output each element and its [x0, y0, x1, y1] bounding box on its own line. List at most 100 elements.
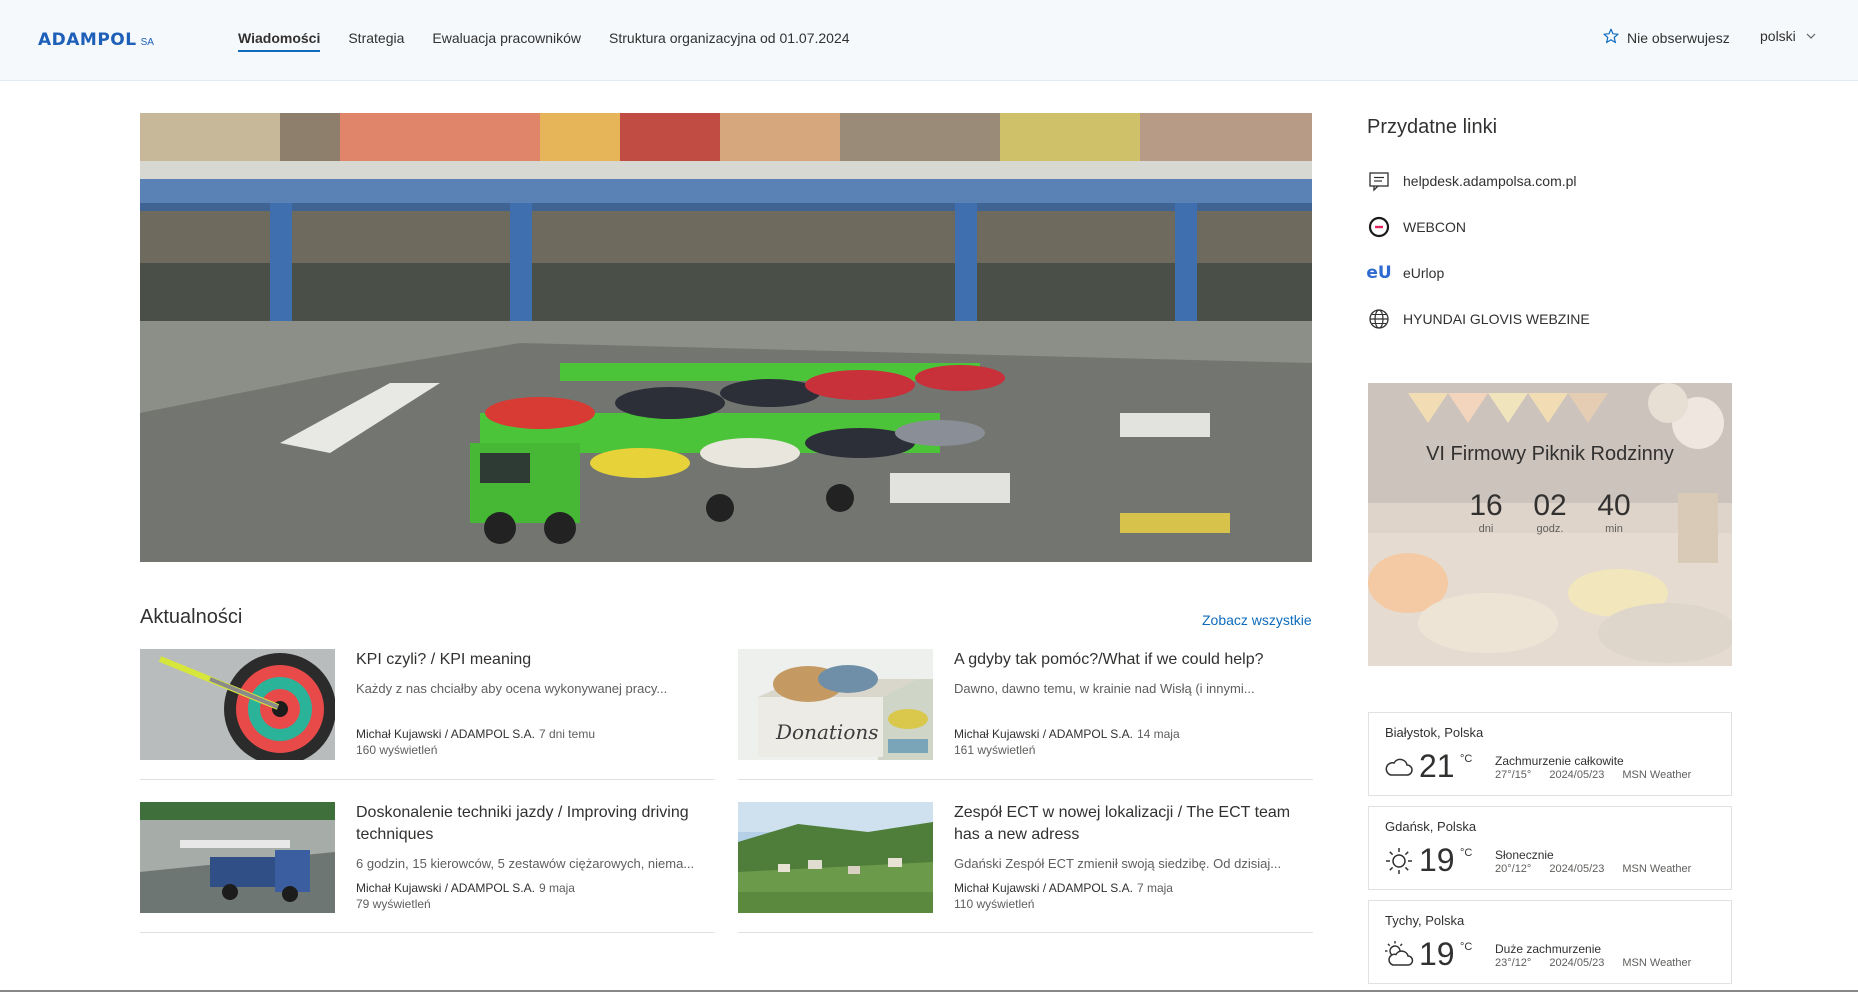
link-label: helpdesk.adampolsa.com.pl	[1403, 173, 1577, 189]
follow-label: Nie obserwujesz	[1627, 29, 1730, 46]
news-views: 160 wyświetleń	[356, 743, 438, 757]
news-thumbnail	[140, 649, 335, 760]
countdown-minutes: 40 min	[1594, 489, 1634, 535]
weather-meta: 20°/12° 2024/05/23 MSN Weather	[1495, 863, 1691, 875]
nav-item-ewaluacja[interactable]: Ewaluacja pracowników	[432, 0, 581, 80]
countdown-label: dni	[1478, 523, 1494, 535]
logo-suffix: SA	[140, 37, 154, 48]
eu-icon: eU	[1366, 263, 1392, 283]
weather-temp: 21	[1419, 748, 1455, 784]
news-title: Doskonalenie techniki jazdy / Improving …	[356, 804, 689, 843]
nav-item-strategia[interactable]: Strategia	[348, 0, 404, 80]
chat-icon	[1367, 169, 1391, 193]
news-excerpt: 6 godzin, 15 kierowców, 5 zestawów cięża…	[356, 856, 695, 871]
countdown-value: 02	[1533, 489, 1567, 522]
countdown-days: 16 dni	[1466, 489, 1506, 535]
site-logo[interactable]: ADAMPOL SA	[38, 30, 154, 50]
news-title: Zespół ECT w nowej lokalizacji / The ECT…	[954, 804, 1291, 843]
news-card[interactable]: Doskonalenie techniki jazdy / Improving …	[140, 802, 715, 933]
globe-icon	[1367, 307, 1391, 331]
author-name: Michał Kujawski / ADAMPOL S.A.	[356, 727, 535, 741]
link-label: WEBCON	[1403, 219, 1466, 235]
weather-card-tychy[interactable]: Tychy, Polska 19 °C Duże zachmurzenie 23…	[1368, 900, 1732, 984]
weather-card-bialystok[interactable]: Białystok, Polska 21 °C Zachmurzenie cał…	[1368, 712, 1732, 796]
see-all-link[interactable]: Zobacz wszystkie	[1202, 612, 1312, 628]
language-label: polski	[1760, 28, 1796, 44]
countdown-hours: 02 godz.	[1530, 489, 1570, 535]
author-name: Michał Kujawski / ADAMPOL S.A.	[954, 881, 1133, 895]
weather-city: Gdańsk, Polska	[1385, 819, 1477, 834]
star-icon	[1603, 28, 1619, 47]
top-bar: ADAMPOL SA Wiadomości Strategia Ewaluacj…	[0, 0, 1858, 81]
weather-source: MSN Weather	[1622, 863, 1692, 875]
hero-illustration	[140, 113, 1312, 562]
news-views: 161 wyświetleń	[954, 743, 1036, 757]
weather-range: 27°/15°	[1495, 769, 1532, 781]
news-author: Michał Kujawski / ADAMPOL S.A. 7 maja	[954, 881, 1173, 895]
link-webcon[interactable]: WEBCON	[1367, 215, 1466, 239]
countdown-label: min	[1605, 523, 1623, 535]
weather-source: MSN Weather	[1622, 957, 1692, 969]
weather-unit: °C	[1460, 753, 1473, 765]
news-thumbnail: Donations	[738, 649, 933, 760]
news-author: Michał Kujawski / ADAMPOL S.A. 14 maja	[954, 727, 1180, 741]
news-views: 79 wyświetleń	[356, 897, 431, 911]
main-nav: Wiadomości Strategia Ewaluacja pracownik…	[238, 0, 850, 80]
logo-text: ADAMPOL	[38, 30, 137, 50]
news-thumbnail	[140, 802, 335, 913]
partly-cloudy-icon	[1383, 939, 1415, 971]
weather-condition: Zachmurzenie całkowite	[1495, 754, 1624, 768]
weather-meta: 27°/15° 2024/05/23 MSN Weather	[1495, 769, 1691, 781]
news-thumbnail	[738, 802, 933, 913]
follow-button[interactable]: Nie obserwujesz	[1603, 28, 1730, 47]
weather-date: 2024/05/23	[1549, 957, 1605, 969]
news-title: A gdyby tak pomóc?/What if we could help…	[954, 651, 1264, 668]
sun-icon	[1383, 845, 1415, 877]
news-card[interactable]: Zespół ECT w nowej lokalizacji / The ECT…	[738, 802, 1313, 933]
weather-condition: Duże zachmurzenie	[1495, 942, 1602, 956]
news-excerpt: Każdy z nas chciałby aby ocena wykonywan…	[356, 681, 668, 696]
news-card[interactable]: KPI czyli? / KPI meaning Każdy z nas chc…	[140, 649, 715, 780]
nav-item-struktura[interactable]: Struktura organizacyjna od 01.07.2024	[609, 0, 850, 80]
author-name: Michał Kujawski / ADAMPOL S.A.	[356, 881, 535, 895]
news-section-title: Aktualności	[140, 606, 243, 628]
author-name: Michał Kujawski / ADAMPOL S.A.	[954, 727, 1133, 741]
chevron-down-icon	[1806, 28, 1816, 44]
event-countdown[interactable]: VI Firmowy Piknik Rodzinny 16 dni 02 god…	[1368, 383, 1732, 666]
donations-box-text: Donations	[775, 720, 879, 744]
countdown-value: 40	[1597, 489, 1631, 522]
weather-card-gdansk[interactable]: Gdańsk, Polska 19 °C Słonecznie 20°/12° …	[1368, 806, 1732, 890]
nav-item-wiadomosci[interactable]: Wiadomości	[238, 0, 321, 80]
weather-source: MSN Weather	[1622, 769, 1692, 781]
weather-meta: 23°/12° 2024/05/23 MSN Weather	[1495, 957, 1691, 969]
weather-city: Białystok, Polska	[1385, 725, 1484, 740]
countdown-title: VI Firmowy Piknik Rodzinny	[1426, 443, 1674, 465]
weather-condition: Słonecznie	[1495, 848, 1554, 862]
countdown-units: 16 dni 02 godz. 40 min	[1368, 489, 1732, 535]
news-views: 110 wyświetleń	[954, 897, 1035, 911]
news-card[interactable]: Donations A gdyby tak pomóc?/What if we …	[738, 649, 1313, 780]
weather-temp: 19	[1419, 842, 1455, 878]
weather-date: 2024/05/23	[1549, 863, 1605, 875]
weather-unit: °C	[1460, 941, 1473, 953]
news-author: Michał Kujawski / ADAMPOL S.A. 7 dni temu	[356, 727, 595, 741]
weather-temp: 19	[1419, 936, 1455, 972]
useful-links-title: Przydatne linki	[1367, 116, 1498, 138]
link-hyundai[interactable]: HYUNDAI GLOVIS WEBZINE	[1367, 307, 1590, 331]
link-label: eUrlop	[1403, 265, 1445, 281]
hero-image[interactable]	[140, 113, 1312, 562]
countdown-value: 16	[1469, 489, 1503, 522]
weather-unit: °C	[1460, 847, 1473, 859]
news-excerpt: Dawno, dawno temu, w krainie nad Wisłą (…	[954, 681, 1255, 696]
news-date: 14 maja	[1136, 727, 1180, 741]
weather-range: 23°/12°	[1495, 957, 1532, 969]
countdown-label: godz.	[1536, 523, 1564, 535]
webcon-icon	[1367, 215, 1391, 239]
news-date: 7 maja	[1136, 881, 1173, 895]
weather-city: Tychy, Polska	[1385, 913, 1465, 928]
weather-date: 2024/05/23	[1549, 769, 1605, 781]
link-eurlop[interactable]: eU eUrlop	[1366, 261, 1445, 285]
link-label: HYUNDAI GLOVIS WEBZINE	[1403, 311, 1590, 327]
language-selector[interactable]: polski	[1760, 28, 1816, 44]
link-helpdesk[interactable]: helpdesk.adampolsa.com.pl	[1367, 169, 1577, 193]
